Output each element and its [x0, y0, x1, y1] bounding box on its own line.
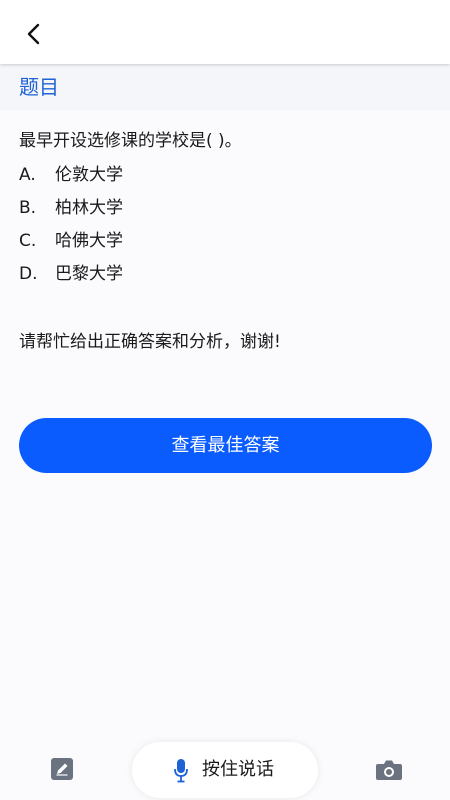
section-title: 题目: [19, 75, 59, 99]
request-text: 请帮忙给出正确答案和分析，谢谢!: [19, 332, 281, 352]
bottom-bar: 按住说话: [0, 738, 450, 800]
option-c: C. 哈佛大学: [19, 230, 123, 252]
option-letter: B.: [19, 198, 37, 218]
pencil-icon: [51, 758, 73, 780]
camera-button[interactable]: [375, 758, 403, 782]
option-text: 柏林大学: [55, 198, 123, 218]
option-letter: C.: [19, 231, 37, 251]
option-d: D. 巴黎大学: [19, 263, 123, 285]
top-bar: [0, 0, 450, 64]
hold-to-talk-button[interactable]: 按住说话: [132, 742, 318, 798]
chevron-left-icon: [27, 23, 40, 45]
edit-button[interactable]: [51, 758, 73, 780]
back-button[interactable]: [18, 18, 50, 50]
option-text: 哈佛大学: [55, 231, 123, 251]
option-b: B. 柏林大学: [19, 197, 123, 219]
option-a: A. 伦敦大学: [19, 164, 123, 186]
question-text: 最早开设选修课的学校是( )。: [19, 131, 242, 151]
option-letter: A.: [19, 165, 36, 185]
option-text: 巴黎大学: [55, 264, 123, 284]
option-text: 伦敦大学: [55, 165, 123, 185]
section-header: 题目: [0, 64, 450, 110]
view-best-answer-button[interactable]: 查看最佳答案: [19, 418, 432, 473]
option-letter: D.: [19, 264, 38, 284]
voice-label: 按住说话: [202, 759, 274, 780]
microphone-icon: [174, 759, 188, 783]
camera-icon: [376, 760, 402, 780]
